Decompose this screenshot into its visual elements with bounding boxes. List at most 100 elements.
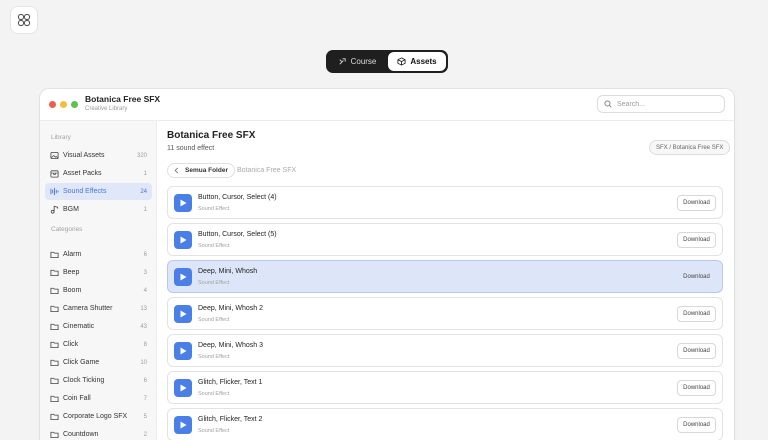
breadcrumb[interactable]: SFX / Botanica Free SFX [649,140,731,155]
sidebar-item-label: BGM [63,206,79,213]
logo-icon [17,13,31,27]
play-icon [180,310,186,318]
library-window: Botanica Free SFX Creative Library Libra… [40,89,734,440]
back-to-folders-button[interactable]: Semua Folder [167,163,235,178]
sound-effect-name: Deep, Mini, Whosh [198,268,258,275]
play-icon [180,421,186,429]
package-icon [50,169,59,178]
sidebar: Library Visual Assets 320 Asset Packs 1 … [40,121,157,440]
sidebar-item-asset-packs[interactable]: Asset Packs 1 [45,165,152,182]
category-label: Camera Shutter [63,305,113,312]
sidebar-category-item[interactable]: Camera Shutter 13 [45,300,152,317]
search-box[interactable] [597,95,725,113]
folder-icon [50,412,59,421]
course-assets-toggle: Course Assets [326,50,448,73]
play-button[interactable] [174,268,192,286]
category-label: Beep [63,269,80,276]
chevron-left-icon [174,167,179,174]
sound-effect-row[interactable]: Deep, Mini, Whosh 2 Sound Effect Download [167,297,723,330]
category-label: Clock Ticking [63,377,105,384]
play-button[interactable] [174,379,192,397]
sidebar-category-item[interactable]: Boom 4 [45,282,152,299]
download-button[interactable]: Download [677,380,716,396]
play-button[interactable] [174,416,192,434]
category-count: 3 [143,269,147,276]
sidebar-category-item[interactable]: Click Game 10 [45,354,152,371]
play-button[interactable] [174,305,192,323]
category-count: 2 [143,431,147,438]
sound-effect-name: Button, Cursor, Select (4) [198,194,277,201]
sidebar-item-visual-assets[interactable]: Visual Assets 320 [45,147,152,164]
sidebar-category-item[interactable]: Clock Ticking 6 [45,372,152,389]
sidebar-item-count: 320 [136,152,147,159]
page-title: Botanica Free SFX [167,130,256,141]
sidebar-item-label: Asset Packs [63,170,102,177]
folder-icon [50,430,59,439]
folder-icon [50,340,59,349]
category-count: 7 [143,395,147,402]
search-icon [604,100,612,108]
sidebar-category-item[interactable]: Coin Fall 7 [45,390,152,407]
sidebar-item-count: 1 [143,206,147,213]
download-button[interactable]: Download [677,417,716,433]
sound-effect-row[interactable]: Deep, Mini, Whosh 3 Sound Effect Download [167,334,723,367]
folder-icon [50,250,59,259]
category-count: 6 [143,251,147,258]
sidebar-category-item[interactable]: Corporate Logo SFX 5 [45,408,152,425]
download-button[interactable]: Download [677,195,716,211]
back-label: Semua Folder [185,167,228,174]
sidebar-category-item[interactable]: Countdown 2 [45,426,152,440]
tab-assets-label: Assets [410,57,437,66]
sidebar-category-item[interactable]: Alarm 6 [45,246,152,263]
category-label: Click [63,341,79,348]
sound-effect-row[interactable]: Button, Cursor, Select (4) Sound Effect Do… [167,186,723,219]
window-subtitle: Creative Library [85,106,128,112]
play-button[interactable] [174,342,192,360]
sidebar-category-item[interactable]: Beep 3 [45,264,152,281]
search-input[interactable] [617,100,717,108]
category-count: 6 [143,377,147,384]
sound-effect-row[interactable]: Button, Cursor, Select (5) Sound Effect Do… [167,223,723,256]
course-icon [339,58,346,65]
play-icon [180,199,186,207]
sound-effect-type: Sound Effect [198,428,230,434]
minimize-dot[interactable] [60,101,67,108]
sound-effect-type: Sound Effect [198,391,230,397]
close-dot[interactable] [49,101,56,108]
category-count: 4 [143,287,147,294]
download-button[interactable]: Download [677,269,716,285]
sound-effect-type: Sound Effect [198,280,230,286]
sound-effect-type: Sound Effect [198,206,230,212]
sidebar-item-bgm[interactable]: BGM 1 [45,201,152,218]
download-button[interactable]: Download [677,232,716,248]
app-logo[interactable] [11,7,37,33]
category-count: 43 [140,323,147,330]
sidebar-category-item[interactable]: Cinematic 43 [45,318,152,335]
sound-effect-name: Glitch, Flicker, Text 2 [198,416,263,423]
play-button[interactable] [174,194,192,212]
category-label: Cinematic [63,323,95,330]
play-icon [180,384,186,392]
download-button[interactable]: Download [677,306,716,322]
sound-effect-row[interactable]: Glitch, Flicker, Text 2 Sound Effect Downl… [167,408,723,440]
page-subtitle: 11 sound effect [167,145,215,152]
folder-icon [50,268,59,277]
tab-assets[interactable]: Assets [388,52,446,71]
sidebar-item-sound-effects[interactable]: Sound Effects 24 [45,183,152,200]
folder-icon [50,394,59,403]
play-button[interactable] [174,231,192,249]
categories-heading: Categories [51,226,83,233]
play-icon [180,347,186,355]
window-title: Botanica Free SFX [85,94,161,104]
sound-effect-row[interactable]: Deep, Mini, Whosh Sound Effect Download [167,260,723,293]
sidebar-item-label: Visual Assets [63,152,105,159]
sidebar-item-label: Sound Effects [63,188,107,195]
download-button[interactable]: Download [677,343,716,359]
category-count: 10 [140,359,147,366]
tab-course[interactable]: Course [328,52,386,71]
sound-effect-row[interactable]: Glitch, Flicker, Text 1 Sound Effect Downl… [167,371,723,404]
sidebar-category-item[interactable]: Click 8 [45,336,152,353]
window-titlebar: Botanica Free SFX Creative Library [40,89,734,121]
maximize-dot[interactable] [71,101,78,108]
play-icon [180,273,186,281]
